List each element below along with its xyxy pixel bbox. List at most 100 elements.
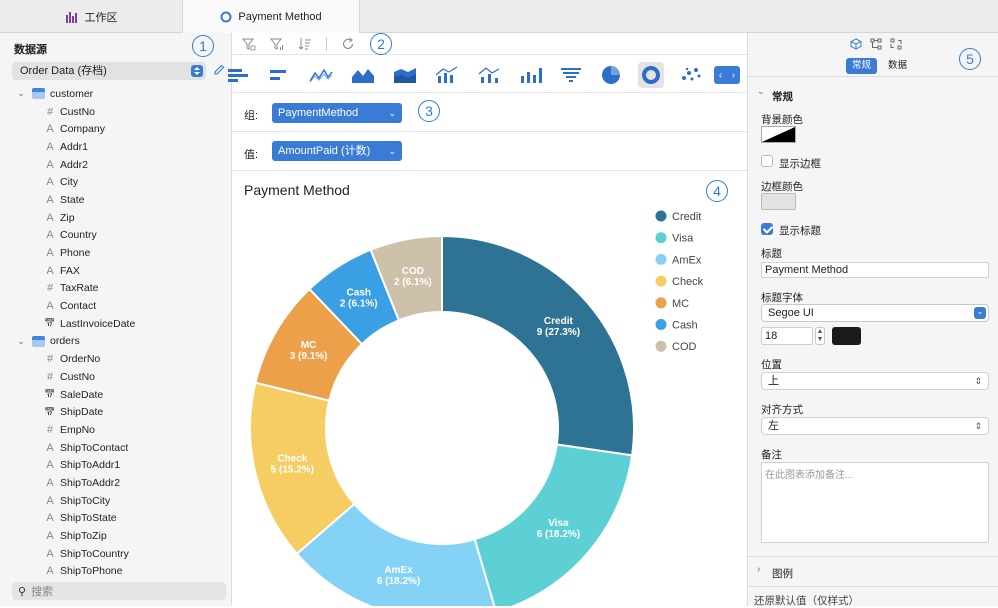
legend-item-label[interactable]: Check: [672, 276, 704, 288]
tab-workspace[interactable]: 工作区: [0, 0, 183, 33]
tree-field[interactable]: A ShipToPhone: [0, 563, 232, 581]
tree-field[interactable]: A ShipToAddr1: [0, 456, 232, 474]
chart-type-area[interactable]: [350, 62, 376, 88]
chevron-down-icon: ⌄: [388, 108, 396, 118]
tree-field[interactable]: # TaxRate: [0, 280, 232, 298]
text-field-icon: A: [46, 530, 54, 543]
tree-field[interactable]: A FAX: [0, 262, 232, 280]
tree-field[interactable]: A Company: [0, 120, 232, 138]
layout-icon[interactable]: [890, 38, 902, 50]
align-select[interactable]: 左 ⇕: [761, 417, 989, 435]
title-font-color-swatch[interactable]: [832, 327, 861, 345]
bg-color-swatch[interactable]: [761, 126, 796, 143]
datasource-select[interactable]: Order Data (存档): [12, 62, 206, 80]
tree-field[interactable]: A ShipToAddr2: [0, 474, 232, 492]
tree-field[interactable]: # OrderNo: [0, 350, 232, 368]
show-border-checkbox[interactable]: [761, 155, 773, 167]
slice-value-label: 3 (9.1%): [290, 351, 328, 362]
tree-field[interactable]: A ShipToState: [0, 510, 232, 528]
legend-item-label[interactable]: Cash: [672, 320, 698, 332]
filter-level-icon[interactable]: [270, 37, 284, 51]
number-field-icon: #: [46, 370, 54, 383]
legend-item-label[interactable]: MC: [672, 298, 689, 310]
filter-clear-icon[interactable]: [242, 37, 256, 51]
tree-field[interactable]: A Addr1: [0, 138, 232, 156]
sort-icon[interactable]: [298, 37, 312, 51]
slice-label: AmEx: [384, 565, 413, 576]
tree-table-customer[interactable]: ⌄ customer: [0, 85, 232, 103]
tree-field[interactable]: # CustNo: [0, 368, 232, 386]
legend-section-title[interactable]: 图例: [772, 566, 793, 581]
tree-field[interactable]: A State: [0, 191, 232, 209]
legend-item-label[interactable]: Credit: [672, 211, 701, 223]
tree-field[interactable]: A Phone: [0, 244, 232, 262]
title-font-select[interactable]: Segoe UI ⌄: [761, 304, 989, 322]
font-size-stepper[interactable]: ▲ ▼: [815, 327, 825, 345]
text-field-icon: A: [46, 211, 54, 224]
tree-field[interactable]: A ShipToZip: [0, 527, 232, 545]
donut-slice-credit[interactable]: [441, 234, 635, 457]
tree-table-orders[interactable]: ⌄ orders: [0, 333, 232, 351]
toolbar-divider: [326, 36, 327, 51]
tree-field[interactable]: 📅 LastInvoiceDate: [0, 315, 232, 333]
chart-type-column[interactable]: [518, 62, 544, 88]
callout-badge-2: 2: [370, 33, 392, 55]
pencil-icon[interactable]: [212, 63, 226, 77]
chart-type-stacked-area[interactable]: [392, 62, 418, 88]
tree-field[interactable]: # EmpNo: [0, 421, 232, 439]
chart-type-scatter[interactable]: [678, 62, 704, 88]
hierarchy-icon[interactable]: [870, 38, 882, 50]
chevron-right-icon[interactable]: ›: [757, 564, 760, 575]
legend-item-label[interactable]: COD: [672, 341, 697, 353]
tab-general[interactable]: 常规: [846, 58, 878, 74]
chart-type-combo[interactable]: [434, 62, 460, 88]
tab-payment-method[interactable]: Payment Method: [183, 0, 360, 34]
chart-type-combo-2[interactable]: [476, 62, 502, 88]
text-field-icon: A: [46, 459, 54, 472]
chevron-left-icon[interactable]: ‹: [719, 70, 722, 81]
notes-textarea[interactable]: 在此图表添加备注...: [761, 462, 989, 543]
tree-field-label: Zip: [60, 211, 75, 224]
show-title-checkbox[interactable]: [761, 223, 773, 235]
position-select[interactable]: 上 ⇕: [761, 372, 989, 390]
search-input[interactable]: ⚲ 搜索: [12, 582, 226, 600]
legend-item-label[interactable]: Visa: [672, 233, 694, 245]
legend-item-label[interactable]: AmEx: [672, 254, 702, 266]
tree-field[interactable]: A City: [0, 173, 232, 191]
cube-icon[interactable]: [850, 38, 862, 50]
tree-field[interactable]: A ShipToContact: [0, 439, 232, 457]
chevron-down-icon[interactable]: ⌄: [16, 88, 26, 99]
tab-data[interactable]: 数据: [882, 58, 913, 74]
chart-type-pager[interactable]: ‹ ›: [714, 66, 740, 84]
chart-type-bar[interactable]: [266, 62, 292, 88]
border-color-swatch[interactable]: [761, 193, 796, 210]
tree-field[interactable]: A Country: [0, 227, 232, 245]
tree-field[interactable]: A ShipToCity: [0, 492, 232, 510]
chevron-down-icon[interactable]: ⌄: [16, 336, 26, 347]
chart-type-stacked-bar[interactable]: [226, 62, 252, 88]
chart-type-funnel[interactable]: [558, 62, 584, 88]
value-select-value: AmountPaid (计数): [278, 145, 371, 157]
tree-field[interactable]: # CustNo: [0, 103, 232, 121]
chart-type-donut[interactable]: [638, 62, 664, 88]
tree-field[interactable]: A ShipToCountry: [0, 545, 232, 563]
tree-field[interactable]: 📅 SaleDate: [0, 386, 232, 404]
tree-field[interactable]: A Contact: [0, 297, 232, 315]
stacked-area-icon: [394, 68, 416, 83]
refresh-icon[interactable]: [341, 37, 355, 51]
number-field-icon: #: [46, 423, 54, 436]
tree-field[interactable]: A Addr2: [0, 156, 232, 174]
chart-type-line[interactable]: [308, 62, 334, 88]
tree-field[interactable]: A Zip: [0, 209, 232, 227]
donut-chart-icon: [642, 66, 660, 84]
chart-area: Payment Method 4 Credit 9 (27.3%) Visa 6 (1…: [232, 172, 747, 606]
value-select[interactable]: AmountPaid (计数) ⌄: [272, 141, 402, 161]
chart-type-pie[interactable]: [598, 62, 624, 88]
chevron-down-icon[interactable]: ⌄: [757, 86, 765, 97]
chevron-right-icon[interactable]: ›: [732, 70, 735, 81]
title-input[interactable]: Payment Method: [761, 262, 989, 278]
group-select[interactable]: PaymentMethod ⌄: [272, 103, 402, 123]
tree-field[interactable]: 📅 ShipDate: [0, 403, 232, 421]
font-size-input[interactable]: 18: [761, 327, 813, 345]
tree-field-label: FAX: [60, 264, 80, 277]
